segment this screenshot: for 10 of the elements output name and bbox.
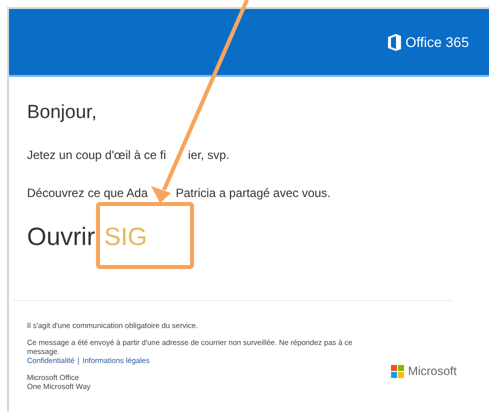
body-text: Découvrez ce que Ada [27, 185, 148, 202]
body-text: ier, svp. [188, 147, 230, 164]
office-logo-icon [388, 34, 402, 50]
brand-name: Microsoft [408, 363, 457, 380]
body-text: Patricia a partagé avec vous. [176, 185, 331, 202]
greeting: Bonjour, [27, 101, 98, 125]
open-link-label: Ouvrir [27, 222, 96, 252]
microsoft-logo-icon [391, 364, 404, 378]
product-name: Office 365 [405, 32, 469, 52]
body-text: Jetez un coup d'œil à ce fi [27, 147, 166, 164]
